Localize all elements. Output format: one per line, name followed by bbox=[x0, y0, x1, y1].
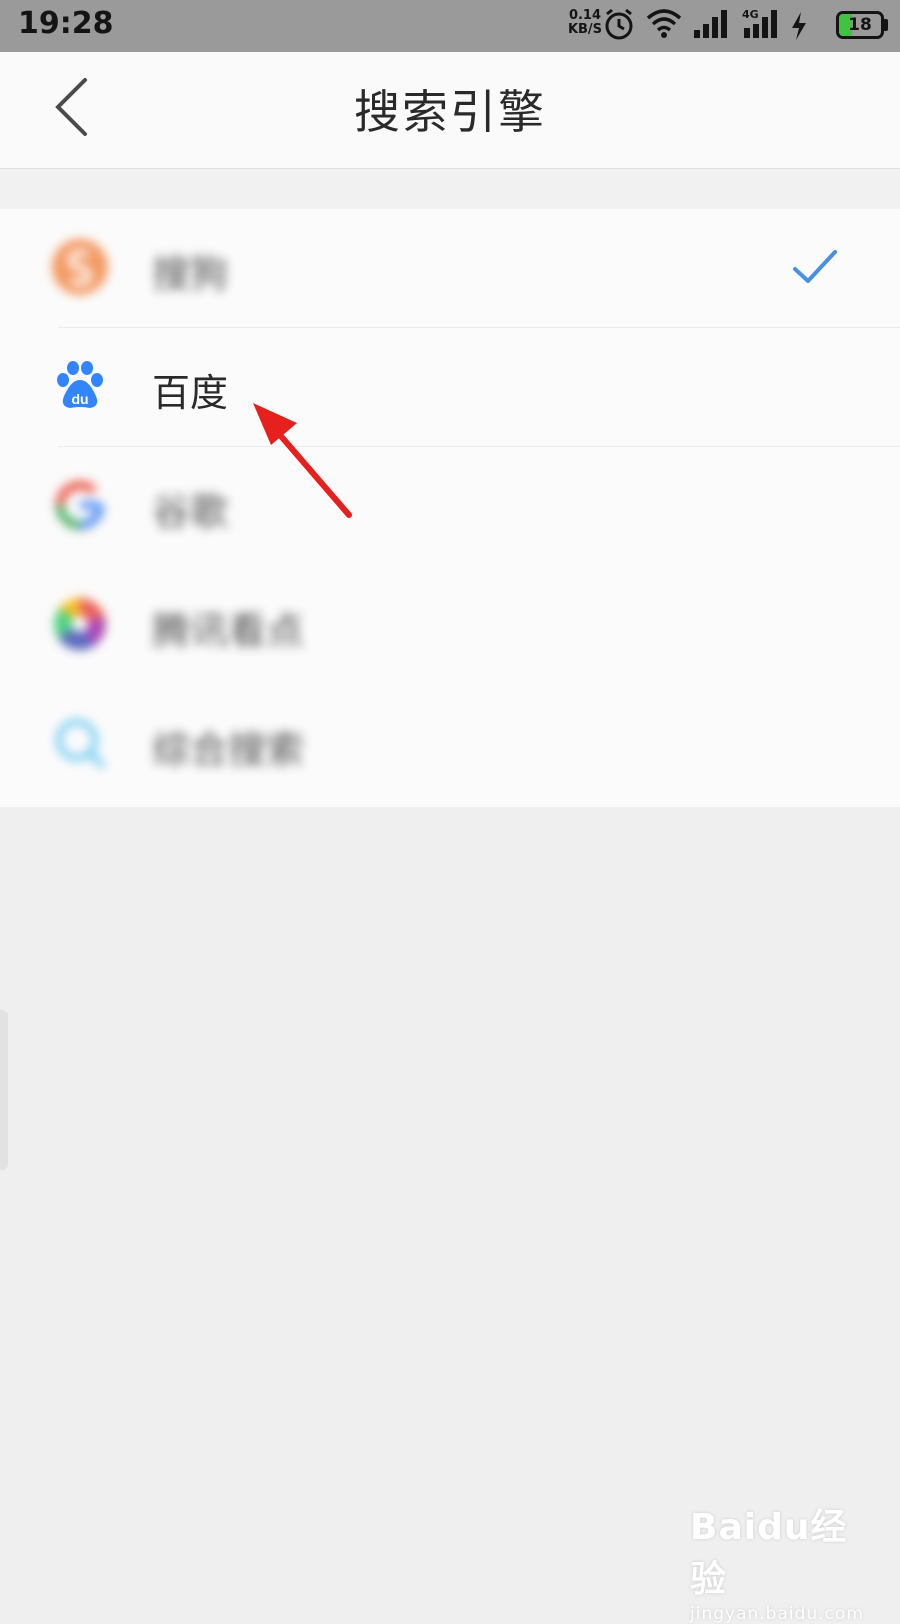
alarm-icon bbox=[605, 8, 633, 40]
search-engine-list: 搜狗 du 百度 谷歌 腾讯看点 综合搜索 bbox=[0, 209, 900, 807]
battery-level: 18 bbox=[848, 15, 872, 35]
network-speed-value: 0.14 bbox=[568, 8, 602, 23]
engine-label: 谷歌 bbox=[152, 490, 229, 534]
battery-icon: 18 bbox=[836, 11, 884, 39]
charging-icon bbox=[792, 12, 806, 40]
status-time: 19:28 bbox=[18, 6, 114, 41]
section-gap bbox=[0, 169, 900, 209]
engine-label: 搜狗 bbox=[152, 252, 229, 296]
engine-item-google[interactable]: 谷歌 bbox=[0, 447, 900, 566]
watermark-url: jingyan.baidu.com bbox=[690, 1604, 864, 1624]
engine-item-tencent[interactable]: 腾讯看点 bbox=[0, 566, 900, 685]
annotation-arrow-icon bbox=[253, 403, 352, 518]
engine-item-general[interactable]: 综合搜索 bbox=[0, 685, 900, 804]
page-title: 搜索引擎 bbox=[354, 85, 546, 139]
engine-label: 综合搜索 bbox=[152, 728, 305, 772]
sogou-icon bbox=[52, 239, 108, 295]
baidu-paw-icon: du bbox=[57, 361, 103, 408]
search-icon bbox=[56, 719, 105, 768]
status-bar: 19:28 0.14 KB/S 4G 18 bbox=[0, 0, 900, 52]
network-speed: 0.14 KB/S bbox=[565, 9, 605, 37]
wifi-icon bbox=[646, 9, 682, 38]
checkmark-icon bbox=[793, 250, 837, 283]
engine-label: 腾讯看点 bbox=[152, 609, 305, 653]
app-header: 搜索引擎 bbox=[0, 52, 900, 169]
watermark-brand: Baidu经验 bbox=[690, 1507, 848, 1600]
edge-handle bbox=[0, 1010, 8, 1170]
google-icon bbox=[55, 480, 105, 530]
engine-item-baidu[interactable]: du 百度 bbox=[0, 328, 900, 447]
network-speed-unit: KB/S bbox=[567, 22, 603, 37]
engine-label: 百度 bbox=[152, 371, 229, 415]
engine-item-sogou[interactable]: 搜狗 bbox=[0, 209, 900, 328]
svg-text:du: du bbox=[71, 391, 88, 407]
signal-4g-icon bbox=[744, 10, 777, 38]
tencent-icon bbox=[54, 598, 106, 651]
watermark: Baidu经验 jingyan.baidu.com bbox=[690, 1498, 864, 1624]
signal-icon bbox=[694, 10, 727, 38]
